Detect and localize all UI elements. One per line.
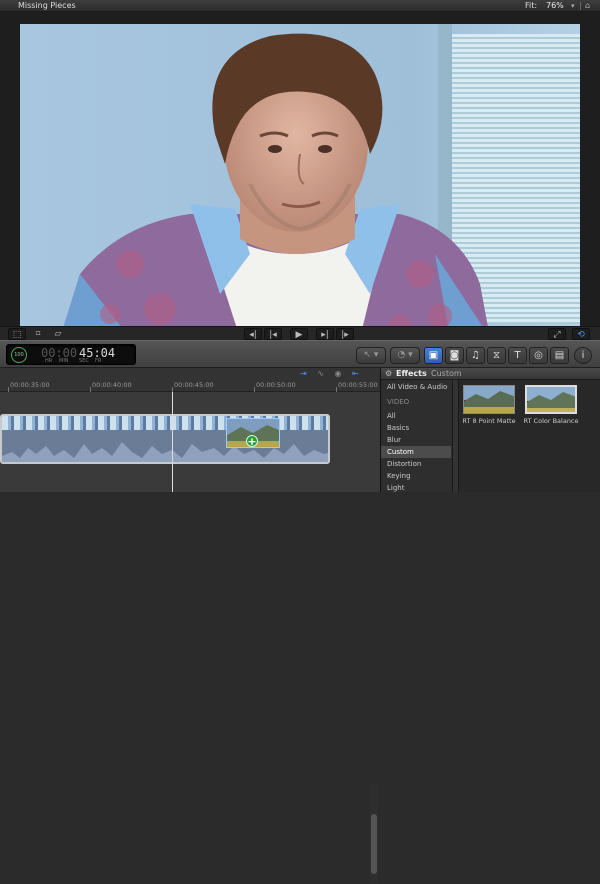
crop-icon[interactable]: ⌗ (30, 328, 46, 340)
timeline-view-controls: ⇥ ∿ ◉ ⇤ (300, 369, 359, 378)
audio-waveform (2, 442, 328, 462)
video-frame (20, 24, 580, 338)
transform-icon[interactable]: ⬚ (8, 328, 26, 340)
progress-ring-icon: 100 (11, 347, 27, 363)
themes-browser-icon[interactable]: ▤ (550, 347, 569, 364)
viewer-controls: ⬚ ⌗ ▱ ◂| |◂ ▶ ▸| |▸ ⤢ ⟲ (0, 326, 600, 340)
timecode-unit-fr: FR (95, 358, 102, 364)
select-tool-dropdown[interactable]: ↖ ▾ (356, 347, 386, 364)
previous-edit-button[interactable]: ◂| (244, 328, 262, 340)
timeline-scrollbar[interactable] (370, 784, 378, 884)
timecode-unit-min: MIN (59, 358, 69, 364)
ruler-tick-label: 00:00:45:00 (174, 381, 214, 389)
effects-title: Effects (396, 369, 427, 378)
media-browser-icon[interactable]: ▣ (424, 347, 443, 364)
timecode-unit-hr: HR (45, 358, 53, 364)
skimming-icon[interactable]: ⇥ (300, 369, 307, 378)
distort-icon[interactable]: ▱ (50, 328, 66, 340)
category-light[interactable]: Light (381, 482, 451, 494)
effect-label: RT 8 Point Matte (462, 417, 516, 425)
snapping-icon[interactable]: ⇤ (352, 369, 359, 378)
ruler-tick-label: 00:00:50:00 (256, 381, 296, 389)
solo-icon[interactable]: ◉ (335, 369, 342, 378)
video-clip[interactable] (0, 414, 330, 464)
inspector-info-icon[interactable]: i (574, 347, 592, 364)
add-effect-badge-icon: + (246, 435, 258, 448)
effects-browser: ⚙ Effects Custom All Video & Audio VIDEO… (380, 368, 600, 492)
category-section-video: VIDEO (387, 398, 410, 406)
music-browser-icon[interactable]: ♫ (466, 347, 485, 364)
category-basics[interactable]: Basics (381, 422, 451, 434)
category-custom[interactable]: Custom (381, 446, 451, 458)
photo-browser-icon[interactable]: ◙ (445, 347, 464, 364)
loop-icon[interactable]: ⟲ (572, 328, 590, 340)
category-all-video-audio[interactable]: All Video & Audio (381, 381, 451, 393)
audio-skimming-icon[interactable]: ∿ (317, 369, 324, 378)
play-button[interactable]: ▶ (290, 328, 308, 340)
effect-label: RT Color Balance (523, 417, 579, 425)
video-still-image (20, 24, 580, 338)
category-distortion[interactable]: Distortion (381, 458, 451, 470)
project-title: Missing Pieces (18, 1, 76, 10)
category-keying[interactable]: Keying (381, 470, 451, 482)
titles-browser-icon[interactable]: T (508, 347, 527, 364)
previous-frame-button[interactable]: |◂ (264, 328, 282, 340)
fullscreen-icon[interactable]: ⤢ (548, 328, 566, 340)
timecode-display[interactable]: 100 00:00 45:04 HR MIN SEC FR (6, 344, 136, 365)
effect-thumbnail-rt-color-balance[interactable] (525, 385, 577, 414)
divider (580, 2, 581, 10)
generators-browser-icon[interactable]: ◎ (529, 347, 548, 364)
view-options-icon[interactable]: ⌂ (585, 0, 590, 12)
transitions-browser-icon[interactable]: ⧖ (487, 347, 506, 364)
ruler-tick-label: 00:00:40:00 (92, 381, 132, 389)
chevron-down-icon[interactable]: ▾ (571, 0, 575, 12)
main-toolbar: 100 00:00 45:04 HR MIN SEC FR ↖ ▾ ◔ ▾ ▣ … (0, 340, 600, 368)
effects-icon: ⚙ (385, 369, 393, 378)
category-all[interactable]: All (381, 410, 451, 422)
scrollbar-thumb[interactable] (371, 814, 377, 874)
timecode-unit-sec: SEC (79, 358, 89, 364)
timeline[interactable]: + (0, 392, 380, 884)
viewer-title-bar: Missing Pieces Fit: 76% ▾ ⌂ (0, 0, 600, 12)
ruler-tick-label: 00:00:35:00 (10, 381, 50, 389)
audio-tool-dropdown[interactable]: ◔ ▾ (390, 347, 420, 364)
ruler-tick-label: 00:00:55:00 (338, 381, 378, 389)
viewer (0, 12, 600, 338)
playhead[interactable] (172, 392, 173, 492)
next-edit-button[interactable]: |▸ (336, 328, 354, 340)
clip-filmstrip (2, 416, 328, 430)
next-frame-button[interactable]: ▸| (316, 328, 334, 340)
fit-label: Fit: (525, 1, 538, 10)
category-blur[interactable]: Blur (381, 434, 451, 446)
effects-header: ⚙ Effects Custom (381, 368, 600, 380)
zoom-level-dropdown[interactable]: 76% (546, 0, 564, 12)
effects-subtitle: Custom (431, 369, 462, 378)
effect-thumbnail-rt-8-point-matte[interactable] (463, 385, 515, 414)
category-scrollbar[interactable] (453, 380, 459, 492)
effects-category-list: All Video & Audio VIDEO All Basics Blur … (381, 380, 453, 492)
